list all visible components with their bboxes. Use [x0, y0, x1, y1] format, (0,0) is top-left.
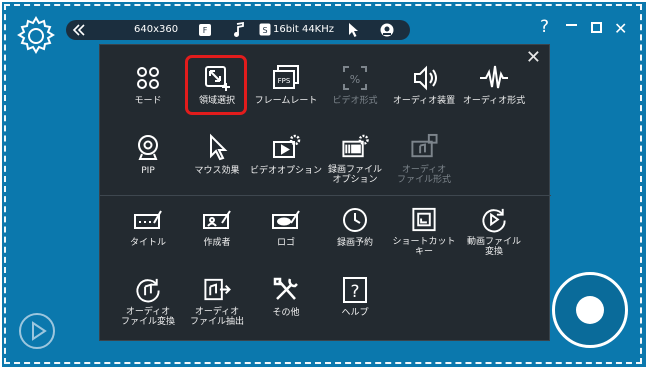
menu-item-label-line2: キー	[414, 247, 433, 257]
audio-format-icon[interactable]: S	[259, 23, 271, 36]
menu-item-label: 領域選択	[198, 96, 235, 106]
menu-item-audio-extract[interactable]: オーディオ ファイル抽出	[183, 275, 251, 327]
menu-item-label: タイトル	[129, 238, 166, 248]
fps-icon: FPS	[273, 65, 299, 89]
video-options-icon	[273, 134, 301, 158]
menu-item-shortcut-keys[interactable]: ショートカット キー	[390, 205, 458, 257]
svg-text:F: F	[203, 26, 208, 35]
menu-item-video-options[interactable]: ビデオオプション	[250, 133, 323, 185]
logo-icon	[272, 210, 300, 229]
menu-item-label: オーディオ形式	[462, 96, 526, 106]
menu-item-label: モード	[134, 96, 162, 106]
menu-item-label: ビデオオプション	[250, 166, 323, 176]
resolution-label[interactable]: 640x360	[134, 24, 178, 35]
menu-item-label: フレームレート	[254, 96, 318, 106]
menu-item-label: ビデオ形式	[332, 96, 378, 106]
webcam-icon	[138, 135, 158, 160]
menu-item-video-convert[interactable]: 動画ファイル 変換	[460, 205, 528, 257]
menu-item-audio-file-format: オーディオ ファイル形式	[390, 133, 458, 185]
waveform-icon	[480, 65, 508, 89]
shortcut-icon	[412, 207, 436, 232]
svg-text:?: ?	[350, 282, 359, 302]
menu-item-label-line1: オーディオ	[125, 307, 171, 317]
maximize-button[interactable]	[591, 22, 602, 33]
menu-item-frame-rate[interactable]: FPS フレームレート	[252, 63, 320, 115]
help-button[interactable]: ?	[540, 17, 549, 37]
menu-item-logo[interactable]: ロゴ	[252, 205, 320, 257]
menu-item-label-line1: 動画ファイル	[466, 237, 521, 247]
menu-item-label-line1: オーディオ	[401, 165, 447, 175]
audio-file-format-icon	[411, 133, 438, 158]
area-select-icon	[205, 66, 230, 91]
minimize-button[interactable]	[566, 24, 577, 26]
svg-text:S: S	[262, 26, 267, 35]
help-icon: ?	[343, 277, 367, 303]
menu-item-others[interactable]: その他	[252, 275, 320, 327]
audio-convert-icon	[136, 278, 160, 303]
video-format-icon: %	[343, 66, 367, 90]
clock-icon	[343, 208, 367, 232]
menu-item-help[interactable]: ? ヘルプ	[321, 275, 389, 327]
title-icon	[134, 210, 162, 229]
author-icon	[203, 210, 231, 229]
top-status-bar: 640x360 F S 16bit 44KHz	[66, 20, 410, 40]
record-file-options-icon	[342, 134, 369, 158]
svg-text:%: %	[350, 73, 360, 86]
menu-item-label: 録画予約	[336, 238, 373, 248]
webcam-off-icon[interactable]	[380, 23, 394, 37]
cursor-icon[interactable]	[348, 22, 360, 38]
music-note-icon[interactable]	[233, 22, 245, 38]
close-window-button[interactable]: ✕	[614, 19, 627, 38]
speaker-icon	[414, 65, 437, 91]
menu-item-video-format: % ビデオ形式	[321, 63, 389, 115]
audio-extract-icon	[204, 278, 231, 301]
menu-item-author[interactable]: 作成者	[183, 205, 251, 257]
video-convert-icon	[482, 208, 506, 233]
menu-item-audio-device[interactable]: オーディオ装置	[390, 63, 458, 115]
menu-item-label: オーディオ装置	[392, 96, 456, 106]
cursor-icon	[210, 133, 228, 161]
menu-item-label-line2: オプション	[332, 175, 378, 185]
fps-icon[interactable]: F	[198, 23, 212, 37]
menu-item-audio-format[interactable]: オーディオ形式	[460, 63, 528, 115]
menu-item-title[interactable]: タイトル	[114, 205, 182, 257]
menu-item-label: PIP	[141, 166, 155, 176]
menu-item-label-line2: ファイル抽出	[189, 317, 244, 327]
menu-item-label: ロゴ	[276, 238, 295, 248]
menu-item-label-line1: オーディオ	[194, 307, 240, 317]
menu-item-label-line1: 録画ファイル	[327, 165, 382, 175]
settings-gear-icon[interactable]	[14, 14, 58, 58]
menu-item-label-line2: ファイル変換	[120, 317, 175, 327]
menu-close-button[interactable]: ✕	[526, 47, 541, 68]
menu-item-mouse-effect[interactable]: マウス効果	[183, 133, 251, 185]
record-dot-icon	[576, 296, 604, 324]
menu-item-label: マウス効果	[194, 166, 240, 176]
audio-format-label[interactable]: 16bit 44KHz	[273, 24, 334, 35]
menu-item-mode[interactable]: モード	[114, 63, 182, 115]
menu-item-label-line1: ショートカット	[392, 237, 456, 247]
menu-item-label: その他	[272, 308, 300, 318]
play-button[interactable]	[18, 312, 56, 350]
menu-item-audio-convert[interactable]: オーディオ ファイル変換	[114, 275, 182, 327]
tools-icon	[273, 277, 298, 300]
menu-item-label: 作成者	[203, 238, 231, 248]
menu-item-record-file-options[interactable]: 録画ファイル オプション	[321, 133, 389, 185]
grid-icon	[137, 67, 159, 89]
record-button[interactable]	[552, 272, 628, 348]
menu-item-area-select[interactable]: 領域選択	[183, 63, 251, 115]
menu-divider	[100, 195, 551, 196]
menu-item-pip[interactable]: PIP	[114, 133, 182, 185]
menu-item-label-line2: 変換	[484, 247, 503, 257]
menu-item-label: ヘルプ	[341, 308, 369, 318]
menu-item-label-line2: ファイル形式	[396, 175, 451, 185]
menu-item-schedule[interactable]: 録画予約	[321, 205, 389, 257]
svg-text:FPS: FPS	[278, 77, 291, 85]
collapse-double-chevron-icon[interactable]	[72, 23, 86, 37]
settings-menu-panel: ✕ モード 領域選択 FPS フレームレート % ビデオ形式 オーディオ装置 オ…	[99, 44, 551, 341]
